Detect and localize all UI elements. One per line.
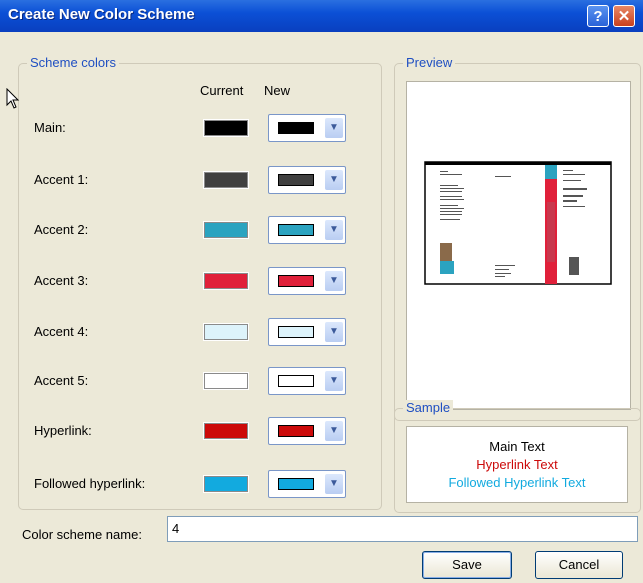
scheme-row-label: Accent 5: — [34, 373, 89, 388]
scheme-row-label: Main: — [34, 120, 66, 135]
new-color-swatch — [278, 224, 314, 236]
new-color-picker[interactable]: ▼ — [268, 367, 346, 395]
color-scheme-name-input[interactable]: 4 — [167, 516, 638, 542]
cancel-button[interactable]: Cancel — [535, 551, 623, 579]
window-title: Create New Color Scheme — [8, 6, 195, 23]
new-color-swatch — [278, 275, 314, 287]
mouse-pointer-icon — [6, 88, 20, 109]
new-color-picker[interactable]: ▼ — [268, 166, 346, 194]
chevron-down-icon[interactable]: ▼ — [325, 474, 343, 494]
chevron-down-icon[interactable]: ▼ — [325, 322, 343, 342]
new-color-swatch — [278, 326, 314, 338]
chevron-down-icon[interactable]: ▼ — [325, 118, 343, 138]
new-column-header: New — [264, 83, 291, 98]
current-color-swatch — [203, 323, 249, 341]
help-button[interactable]: ? — [587, 5, 609, 27]
new-color-swatch — [278, 174, 314, 186]
sample-main-text: Main Text — [489, 439, 545, 454]
new-color-picker[interactable]: ▼ — [268, 267, 346, 295]
chevron-down-icon[interactable]: ▼ — [325, 220, 343, 240]
chevron-down-icon[interactable]: ▼ — [325, 170, 343, 190]
new-color-picker[interactable]: ▼ — [268, 216, 346, 244]
current-color-swatch — [203, 475, 249, 493]
color-scheme-name-label: Color scheme name: — [22, 527, 142, 542]
new-color-picker[interactable]: ▼ — [268, 114, 346, 142]
current-color-swatch — [203, 372, 249, 390]
brochure-preview-image — [424, 161, 612, 285]
scheme-row-label: Accent 4: — [34, 324, 89, 339]
sample-followed-hyperlink-text: Followed Hyperlink Text — [448, 475, 586, 490]
new-color-swatch — [278, 478, 314, 490]
sample-area: Main Text Hyperlink Text Followed Hyperl… — [406, 426, 628, 503]
new-color-swatch — [278, 122, 314, 134]
scheme-row-label: Hyperlink: — [34, 423, 92, 438]
current-color-swatch — [203, 171, 249, 189]
save-button[interactable]: Save — [422, 551, 512, 579]
sample-hyperlink-text: Hyperlink Text — [476, 457, 558, 472]
scheme-colors-legend: Scheme colors — [27, 55, 119, 70]
scheme-row-label: Accent 3: — [34, 273, 89, 288]
new-color-picker[interactable]: ▼ — [268, 318, 346, 346]
preview-legend: Preview — [403, 55, 456, 70]
new-color-picker[interactable]: ▼ — [268, 417, 346, 445]
chevron-down-icon[interactable]: ▼ — [325, 271, 343, 291]
current-color-swatch — [203, 272, 249, 290]
current-column-header: Current — [200, 83, 244, 98]
current-color-swatch — [203, 221, 249, 239]
new-color-swatch — [278, 375, 314, 387]
close-button[interactable]: ✕ — [613, 5, 635, 27]
new-color-swatch — [278, 425, 314, 437]
scheme-row-label: Followed hyperlink: — [34, 476, 146, 491]
sample-legend: Sample — [403, 400, 454, 415]
scheme-row-label: Accent 2: — [34, 222, 89, 237]
dialog-body: Scheme colors Current New Main: ▼ Accent 1… — [3, 32, 641, 580]
chevron-down-icon[interactable]: ▼ — [325, 371, 343, 391]
chevron-down-icon[interactable]: ▼ — [325, 421, 343, 441]
preview-area — [406, 81, 631, 410]
new-color-picker[interactable]: ▼ — [268, 470, 346, 498]
current-color-swatch — [203, 119, 249, 137]
title-bar: Create New Color Scheme ? ✕ — [0, 0, 643, 32]
scheme-row-label: Accent 1: — [34, 172, 89, 187]
current-color-swatch — [203, 422, 249, 440]
